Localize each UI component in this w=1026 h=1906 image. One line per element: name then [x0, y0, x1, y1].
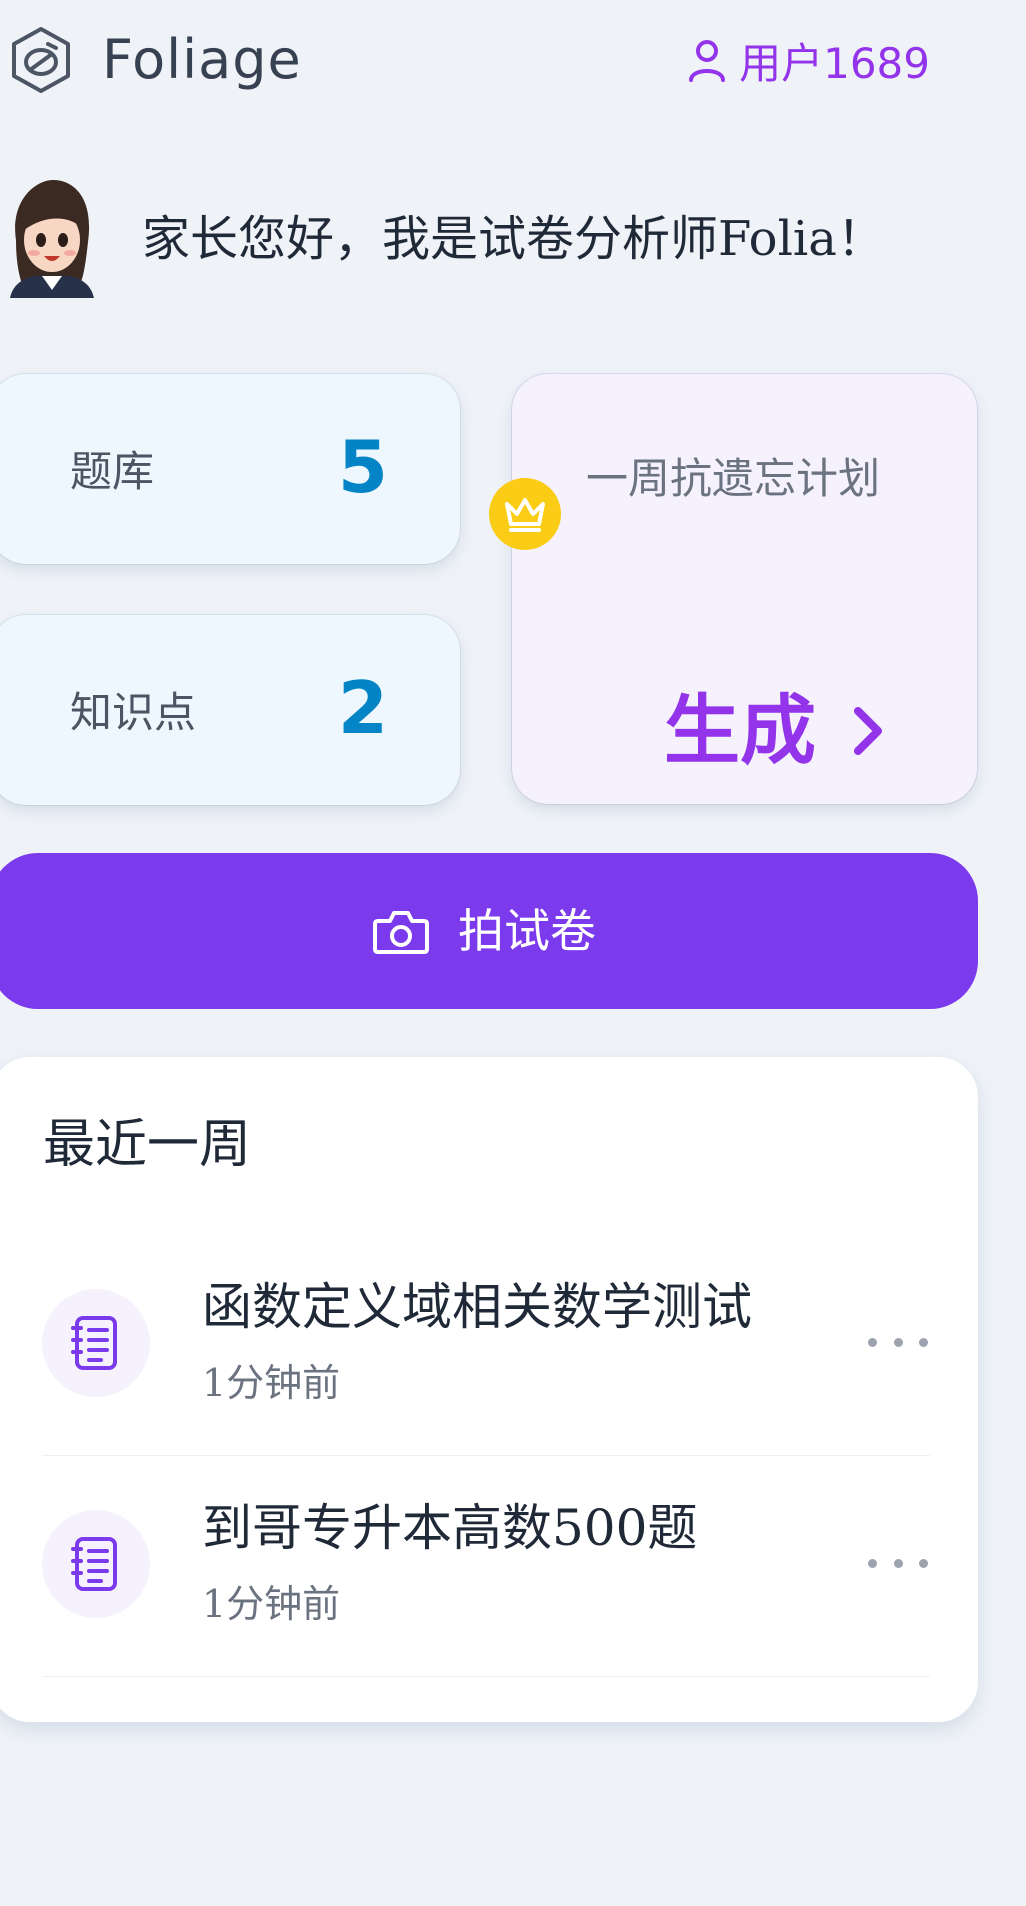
recent-week-title: 最近一周: [43, 1115, 252, 1175]
avatar: [10, 180, 94, 298]
user-icon: [689, 40, 726, 82]
plan-title: 一周抗遗忘计划: [586, 454, 881, 503]
camera-icon: [373, 911, 429, 954]
list-item[interactable]: 函数定义域相关数学测试 1分钟前: [42, 1235, 930, 1456]
chevron-right-icon: [854, 707, 882, 755]
question-bank-label: 题库: [70, 447, 155, 496]
question-bank-card[interactable]: 题库 5: [0, 374, 460, 564]
list-item-title: 到哥专升本高数500题: [202, 1499, 698, 1557]
list-item[interactable]: 到哥专升本高数500题 1分钟前: [42, 1456, 930, 1677]
more-icon[interactable]: [868, 1327, 928, 1357]
list-item-title: 函数定义域相关数学测试: [202, 1278, 752, 1336]
anti-forgetting-plan-card[interactable]: 一周抗遗忘计划 生成: [512, 374, 977, 804]
generate-plan-button[interactable]: 生成: [664, 688, 884, 774]
document-icon: [42, 1510, 150, 1618]
recent-week-card: 最近一周 函数定义域相关数学测试 1分钟前 到哥专升本高数500题 1分钟前: [0, 1057, 978, 1722]
capture-paper-button[interactable]: 拍试卷: [0, 853, 978, 1009]
list-item-time: 1分钟前: [202, 1582, 341, 1626]
generate-label: 生成: [664, 686, 816, 775]
question-bank-count: 5: [337, 425, 388, 509]
document-icon: [42, 1289, 150, 1397]
header: Foliage 用户1689: [0, 0, 1026, 120]
knowledge-points-label: 知识点: [70, 688, 197, 737]
more-icon[interactable]: [868, 1548, 928, 1578]
capture-paper-label: 拍试卷: [458, 904, 596, 958]
knowledge-points-count: 2: [337, 666, 388, 750]
list-item-time: 1分钟前: [202, 1361, 341, 1405]
greeting-text: 家长您好，我是试卷分析师Folia！: [142, 211, 885, 267]
greeting: 家长您好，我是试卷分析师Folia！: [0, 176, 1026, 302]
user-label: 用户1689: [739, 38, 930, 88]
crown-icon: [505, 498, 545, 532]
knowledge-points-card[interactable]: 知识点 2: [0, 615, 460, 805]
premium-badge: [489, 478, 561, 550]
user-menu[interactable]: 用户1689: [687, 32, 930, 88]
foliage-logo-icon: [12, 27, 70, 93]
app-title: Foliage: [102, 28, 302, 91]
